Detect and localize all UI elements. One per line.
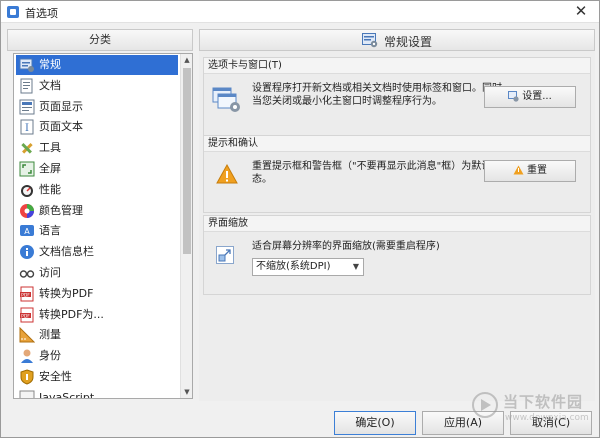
- prompts-title: 提示和确认: [204, 136, 590, 152]
- sidebar-item-label: 页面文本: [39, 120, 83, 134]
- sidebar-item-label: JavaScript: [39, 390, 95, 399]
- tabs-windows-title: 选项卡与窗口(T): [204, 58, 590, 74]
- sidebar-item-info-bar[interactable]: 文档信息栏: [16, 242, 178, 262]
- sidebar-item-measure[interactable]: 测量: [16, 325, 178, 345]
- sidebar-item-security[interactable]: 安全性: [16, 367, 178, 387]
- sidebar-item-document[interactable]: 文档: [16, 76, 178, 96]
- sidebar-item-identity[interactable]: 身份: [16, 346, 178, 366]
- general-settings-icon: [19, 58, 34, 72]
- sidebar-item-color-management[interactable]: 颜色管理: [16, 201, 178, 221]
- category-scrollbar[interactable]: ▲ ▼: [180, 54, 192, 398]
- settings-pane: 常规设置 选项卡与窗口(T) 设置程序打开新文档或相关文档时使用标签和窗口。同时…: [199, 29, 595, 401]
- identity-icon: [21, 349, 33, 364]
- sidebar-item-label: 身份: [39, 349, 61, 363]
- scroll-up-icon[interactable]: ▲: [181, 54, 192, 66]
- title-bar[interactable]: 首选项 ✕: [1, 1, 599, 23]
- sidebar-item-label: 转换为PDF: [39, 286, 94, 300]
- sidebar-item-label: 文档信息栏: [39, 245, 94, 259]
- tabs-settings-button[interactable]: 设置...: [484, 86, 576, 108]
- category-header: 分类: [7, 29, 193, 51]
- measure-icon: [19, 327, 35, 343]
- settings-title: 常规设置: [384, 35, 433, 49]
- document-icon: [20, 78, 33, 94]
- info-bar-icon: [20, 245, 34, 260]
- javascript-icon: [19, 390, 35, 398]
- page-text-icon: I: [20, 119, 34, 135]
- settings-header: 常规设置: [199, 29, 595, 51]
- sidebar-item-general-settings[interactable]: 常规: [16, 55, 178, 75]
- ok-button[interactable]: 确定(O): [334, 411, 416, 435]
- ui-scaling-value: 不缩放(系统DPI): [256, 261, 331, 272]
- warning-icon: [216, 164, 238, 184]
- windows-tabs-icon: [212, 87, 240, 112]
- fullscreen-icon: [19, 161, 35, 177]
- ui-scaling-select[interactable]: 不缩放(系统DPI) ▼: [252, 258, 364, 276]
- sidebar-item-label: 测量: [39, 328, 61, 342]
- scrollbar-thumb[interactable]: [183, 68, 191, 254]
- sidebar-item-label: 工具: [39, 141, 61, 155]
- prompts-desc-1: 重置提示框和警告框（"不要再显示此消息"框）为默认状: [252, 161, 502, 172]
- sidebar-item-page-display[interactable]: 页面显示: [16, 97, 178, 117]
- sidebar-item-language[interactable]: A 语言: [16, 221, 178, 241]
- scroll-down-icon[interactable]: ▼: [181, 386, 192, 398]
- sidebar-item-label: 转换PDF为...: [39, 307, 104, 321]
- cancel-button[interactable]: 取消(C): [510, 411, 592, 435]
- svg-text:I: I: [25, 123, 29, 134]
- sidebar-item-tools[interactable]: 工具: [16, 138, 178, 158]
- prompts-desc-2: 态。: [252, 174, 272, 185]
- chevron-down-icon: ▼: [352, 262, 359, 271]
- sidebar-item-performance[interactable]: 性能: [16, 180, 178, 200]
- performance-icon: [21, 184, 33, 197]
- tabs-windows-desc-1: 设置程序打开新文档或相关文档时使用标签和窗口。同时: [252, 83, 502, 94]
- sidebar-item-label: 全屏: [39, 162, 61, 175]
- svg-text:PDF: PDF: [21, 313, 30, 319]
- security-icon: [20, 369, 34, 385]
- ui-scaling-group: 界面缩放 适合屏幕分辨率的界面缩放(需要重启程序) 不缩放(系统DPI) ▼: [203, 215, 591, 295]
- reset-label: 重置: [527, 165, 547, 176]
- sidebar-item-label: 颜色管理: [39, 203, 83, 217]
- sidebar-item-label: 安全性: [39, 370, 72, 383]
- sidebar-item-label: 页面显示: [39, 99, 83, 113]
- language-icon: A: [20, 225, 34, 237]
- scaling-icon: [216, 246, 234, 264]
- sidebar-item-fullscreen[interactable]: 全屏: [16, 159, 178, 179]
- close-button[interactable]: ✕: [569, 2, 593, 22]
- sidebar-item-label: 访问: [39, 266, 61, 279]
- page-display-icon: [19, 99, 35, 115]
- convert-to-pdf-icon: PDF: [20, 286, 34, 302]
- prompts-group: 提示和确认 重置提示框和警告框（"不要再显示此消息"框）为默认状 态。 重置: [203, 135, 591, 213]
- tabs-windows-group: 选项卡与窗口(T) 设置程序打开新文档或相关文档时使用标签和窗口。同时 当您关闭…: [203, 57, 591, 141]
- sidebar-item-javascript[interactable]: JavaScript: [16, 388, 178, 399]
- accessibility-icon: [19, 270, 35, 278]
- preferences-window: 首选项 ✕ 分类 常规文档页面显示 I 页面文本工具全屏性能颜色管理 A 语言文档信息栏…: [0, 0, 600, 438]
- sidebar-item-label: 文档: [39, 78, 61, 92]
- sidebar-item-convert-pdf-to[interactable]: PDF 转换PDF为...: [16, 305, 178, 325]
- svg-text:A: A: [24, 227, 30, 236]
- sidebar-item-convert-to-pdf[interactable]: PDF 转换为PDF: [16, 284, 178, 304]
- tabs-windows-desc-2: 当您关闭或最小化主窗口时调整程序行为。: [252, 96, 442, 107]
- tools-icon: [21, 143, 33, 154]
- ui-scaling-desc: 适合屏幕分辨率的界面缩放(需要重启程序): [252, 241, 440, 252]
- ui-scaling-title: 界面缩放: [204, 216, 590, 232]
- warning-small-icon: [513, 165, 524, 175]
- app-icon: [7, 6, 19, 18]
- general-settings-icon: [362, 33, 378, 48]
- category-list[interactable]: 常规文档页面显示 I 页面文本工具全屏性能颜色管理 A 语言文档信息栏访问 PDF 转换为P…: [13, 53, 193, 399]
- convert-pdf-to-icon: PDF: [20, 307, 34, 323]
- color-management-icon: [20, 203, 34, 218]
- sidebar-item-accessibility[interactable]: 访问: [16, 263, 178, 283]
- sidebar-item-label: 语言: [39, 224, 61, 238]
- svg-text:PDF: PDF: [21, 292, 30, 298]
- sidebar-item-label: 常规: [39, 58, 61, 71]
- sidebar-item-label: 性能: [39, 182, 61, 196]
- sidebar-item-page-text[interactable]: I 页面文本: [16, 117, 178, 137]
- reset-button[interactable]: 重置: [484, 160, 576, 182]
- settings-small-icon: [508, 90, 519, 102]
- window-title: 首选项: [25, 7, 58, 20]
- apply-button[interactable]: 应用(A): [422, 411, 504, 435]
- tabs-settings-label: 设置...: [522, 91, 552, 102]
